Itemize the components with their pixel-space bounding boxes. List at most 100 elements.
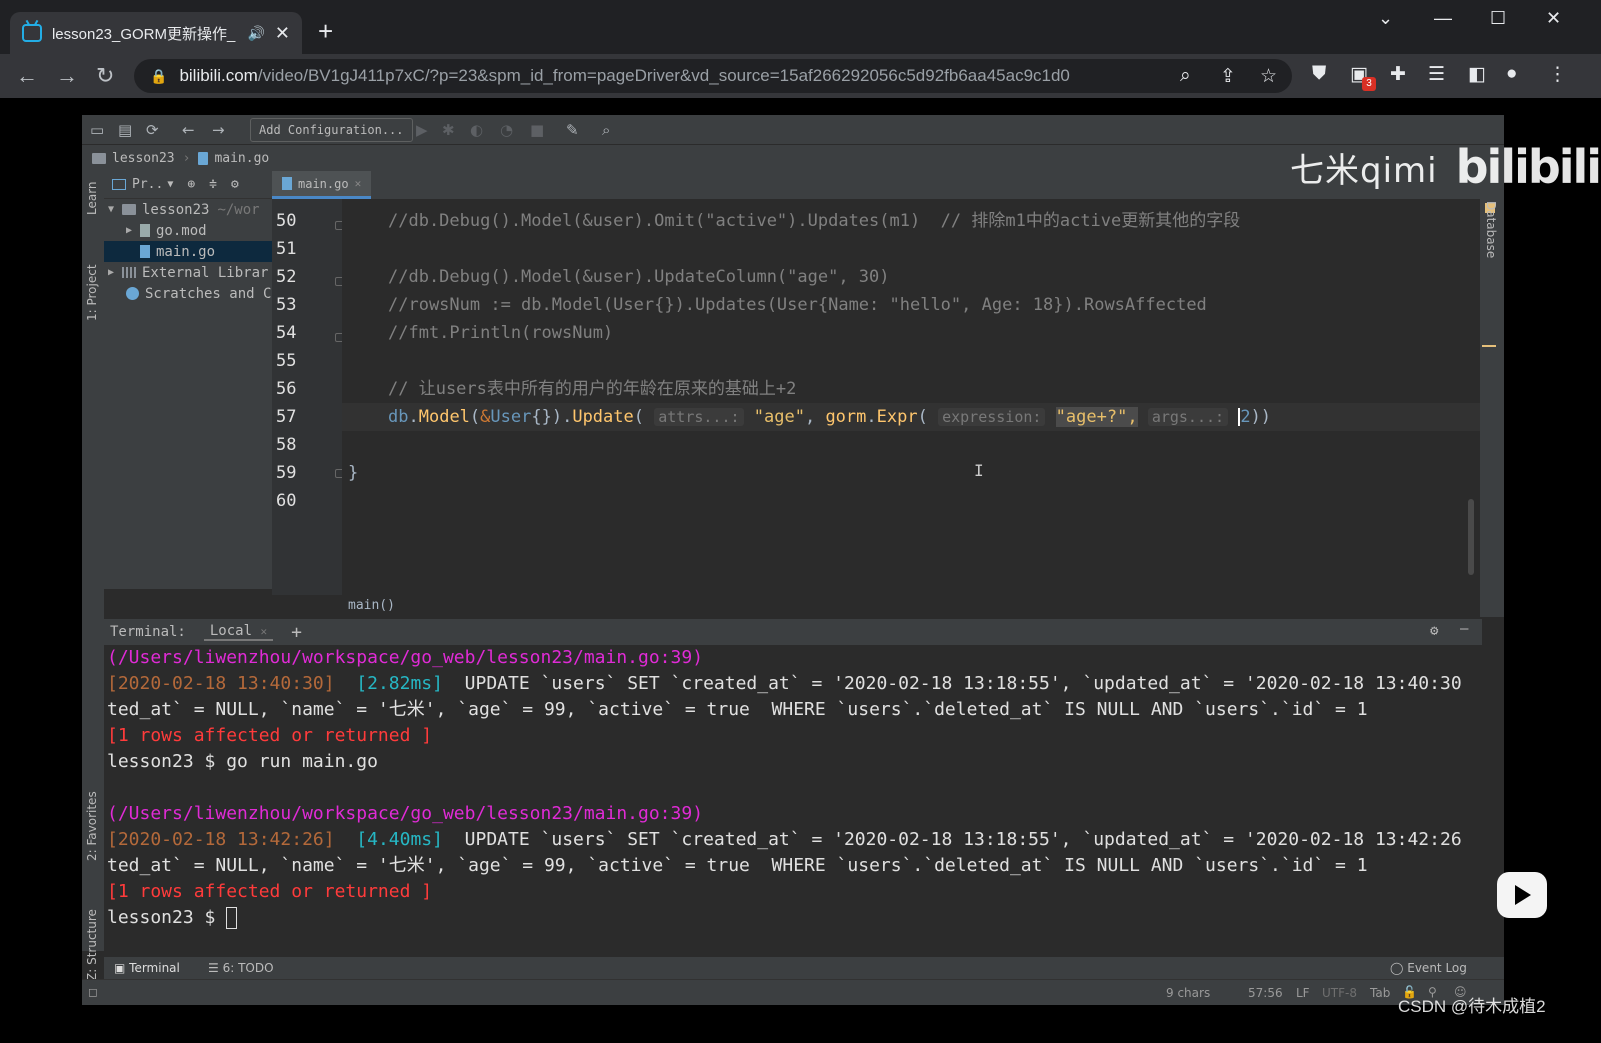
tree-item-label: Scratches and C — [145, 285, 272, 302]
folder-icon — [122, 204, 136, 215]
chevron-down-icon[interactable]: ▼ — [167, 179, 173, 190]
tree-item-go-mod[interactable]: ▶ go.mod — [104, 220, 272, 241]
tree-item-lesson23[interactable]: ▼ lesson23 ~/wor — [104, 199, 272, 220]
terminal-tool-tab[interactable]: ▣ Terminal — [114, 961, 180, 975]
profile-icon[interactable]: ◔ — [500, 121, 513, 139]
bookmark-star-icon[interactable]: ☆ — [1260, 65, 1277, 88]
line-separator[interactable]: LF — [1296, 986, 1310, 1000]
wrench-icon[interactable]: ✎ — [566, 121, 579, 139]
terminal-output[interactable]: (/Users/liwenzhou/workspace/go_web/lesso… — [104, 645, 1464, 957]
search-icon[interactable]: ⌕ — [602, 121, 610, 139]
line-number: 57 — [276, 407, 297, 427]
project-tool-tab[interactable]: 1: Project — [85, 264, 99, 321]
minimize-icon[interactable]: — — [1434, 8, 1452, 29]
bilibili-favicon-icon — [22, 24, 42, 42]
code-token-model: Model — [418, 407, 470, 427]
event-log-tool-tab[interactable]: ◯ Event Log — [1390, 961, 1467, 975]
indent-setting[interactable]: Tab — [1370, 986, 1390, 1000]
code-editor[interactable]: //db.Debug().Model(&user).Omit("active")… — [342, 199, 1480, 595]
tree-item-external-libraries[interactable]: ▶ External Librar — [104, 262, 272, 283]
back-icon[interactable]: ← — [16, 63, 38, 89]
terminal-prompt: lesson23 $ — [107, 907, 216, 928]
tab-search-icon[interactable]: ⌄ — [1378, 8, 1393, 29]
structure-tool-tab[interactable]: Z: Structure — [85, 909, 99, 981]
reload-icon[interactable]: ↻ — [96, 63, 114, 89]
add-configuration-button[interactable]: Add Configuration... — [250, 118, 413, 142]
project-view-selector[interactable]: Pr.. — [132, 177, 163, 192]
expand-down-icon[interactable]: ▼ — [108, 204, 122, 215]
toggle-tool-windows-icon[interactable]: ◻ — [88, 985, 98, 999]
line-number: 59 — [276, 463, 297, 483]
browser-tab[interactable]: lesson23_GORM更新操作_ 🔊 ✕ — [10, 12, 302, 54]
log-duration: [2.82ms] — [356, 673, 443, 694]
terminal-line: ted_at` = NULL, `name` = '七米', `age` = 9… — [107, 699, 1368, 720]
expand-right-icon[interactable]: ▶ — [108, 267, 122, 278]
close-window-icon[interactable]: ✕ — [1546, 8, 1561, 29]
terminal-line: [2020-02-18 13:40:30] [2.82ms] UPDATE `u… — [107, 671, 1464, 697]
breadcrumb-file[interactable]: main.go — [214, 151, 269, 166]
terminal-cursor — [226, 907, 238, 929]
code-line-54: //fmt.Println(rowsNum) — [388, 323, 614, 343]
save-icon[interactable]: ▤ — [118, 121, 132, 139]
favorites-tool-tab[interactable]: 2: Favorites — [85, 791, 99, 861]
caret-position[interactable]: 57:56 — [1248, 986, 1283, 1000]
extension-shield-icon[interactable]: ⛊ — [1312, 63, 1326, 85]
tree-item-scratches[interactable]: Scratches and C — [104, 283, 272, 304]
terminal-line: [1 rows affected or returned ] — [107, 881, 433, 902]
debug-icon[interactable]: ✱ — [442, 121, 455, 139]
close-tab-icon[interactable]: ✕ — [275, 23, 290, 44]
address-bar[interactable]: 🔒 bilibili.com /video/BV1gJ411p7xC/?p=23… — [134, 59, 1292, 93]
file-encoding[interactable]: UTF-8 — [1322, 986, 1357, 1000]
menu-kebab-icon[interactable]: ⋮ — [1548, 63, 1567, 86]
line-number: 58 — [276, 435, 297, 455]
hide-panel-icon[interactable]: — — [1460, 621, 1468, 637]
locate-icon[interactable]: ⊕ — [187, 177, 195, 192]
todo-tool-tab[interactable]: ☰ 6: TODO — [208, 961, 274, 975]
lock-icon[interactable]: 🔒 — [150, 68, 167, 85]
forward-icon[interactable]: → — [56, 63, 78, 89]
line-number: 60 — [276, 491, 297, 511]
settings-gear-icon[interactable]: ⚙ — [231, 177, 239, 192]
terminal-tab-local[interactable]: Local ✕ — [203, 623, 274, 641]
new-terminal-icon[interactable]: + — [291, 622, 302, 643]
share-icon[interactable]: ⇪ — [1220, 65, 1236, 88]
new-tab-button[interactable]: + — [318, 16, 333, 46]
code-token-update: Update — [572, 407, 634, 427]
maximize-icon[interactable]: ☐ — [1490, 8, 1506, 29]
nav-back-icon[interactable]: ← — [182, 121, 195, 139]
database-tool-tab[interactable]: Database — [1484, 201, 1498, 258]
editor-breadcrumb[interactable]: main() — [342, 595, 1480, 617]
event-log-label: Event Log — [1407, 961, 1467, 975]
extensions-puzzle-icon[interactable]: ✚ — [1390, 63, 1406, 86]
bilibili-tv-icon[interactable] — [1497, 872, 1547, 918]
collapse-all-icon[interactable]: ≑ — [209, 177, 217, 192]
ide-status-bar: ◻ 9 chars 57:56 LF UTF-8 Tab 🔓 ⚲ ☺ — [82, 979, 1504, 1005]
code-token-expr-string: "age+?", — [1055, 407, 1138, 427]
speaker-icon[interactable]: 🔊 — [247, 25, 264, 42]
profile-avatar-icon[interactable]: ● — [1506, 63, 1517, 85]
editor-scrollbar[interactable] — [1468, 499, 1474, 575]
learn-tool-tab[interactable]: Learn — [85, 181, 99, 215]
reading-list-icon[interactable]: ☰ — [1428, 63, 1445, 86]
side-panel-icon[interactable]: ◧ — [1468, 63, 1486, 86]
editor-tab-main-go[interactable]: main.go ✕ — [272, 171, 372, 199]
line-number: 54 — [276, 323, 297, 343]
text-cursor-ibeam-icon: I — [974, 461, 984, 480]
scroll-marker — [1482, 345, 1496, 347]
open-folder-icon[interactable]: ▭ — [90, 121, 104, 139]
project-view-icon — [112, 179, 126, 190]
run-icon[interactable]: ▶ — [416, 121, 428, 139]
coverage-icon[interactable]: ◐ — [470, 121, 483, 139]
zoom-icon[interactable]: ⌕ — [1180, 65, 1191, 87]
stop-icon[interactable]: ■ — [530, 121, 544, 139]
tree-item-main-go[interactable]: main.go — [104, 241, 272, 262]
expand-right-icon[interactable]: ▶ — [126, 225, 140, 236]
close-tab-icon[interactable]: ✕ — [260, 625, 267, 638]
nav-forward-icon[interactable]: → — [212, 121, 225, 139]
close-tab-icon[interactable]: ✕ — [355, 177, 362, 190]
sync-icon[interactable]: ⟳ — [146, 121, 159, 139]
settings-gear-icon[interactable]: ⚙ — [1430, 623, 1438, 639]
breadcrumb-project[interactable]: lesson23 — [112, 151, 175, 166]
todo-tool-tab-label: 6: TODO — [222, 961, 274, 975]
